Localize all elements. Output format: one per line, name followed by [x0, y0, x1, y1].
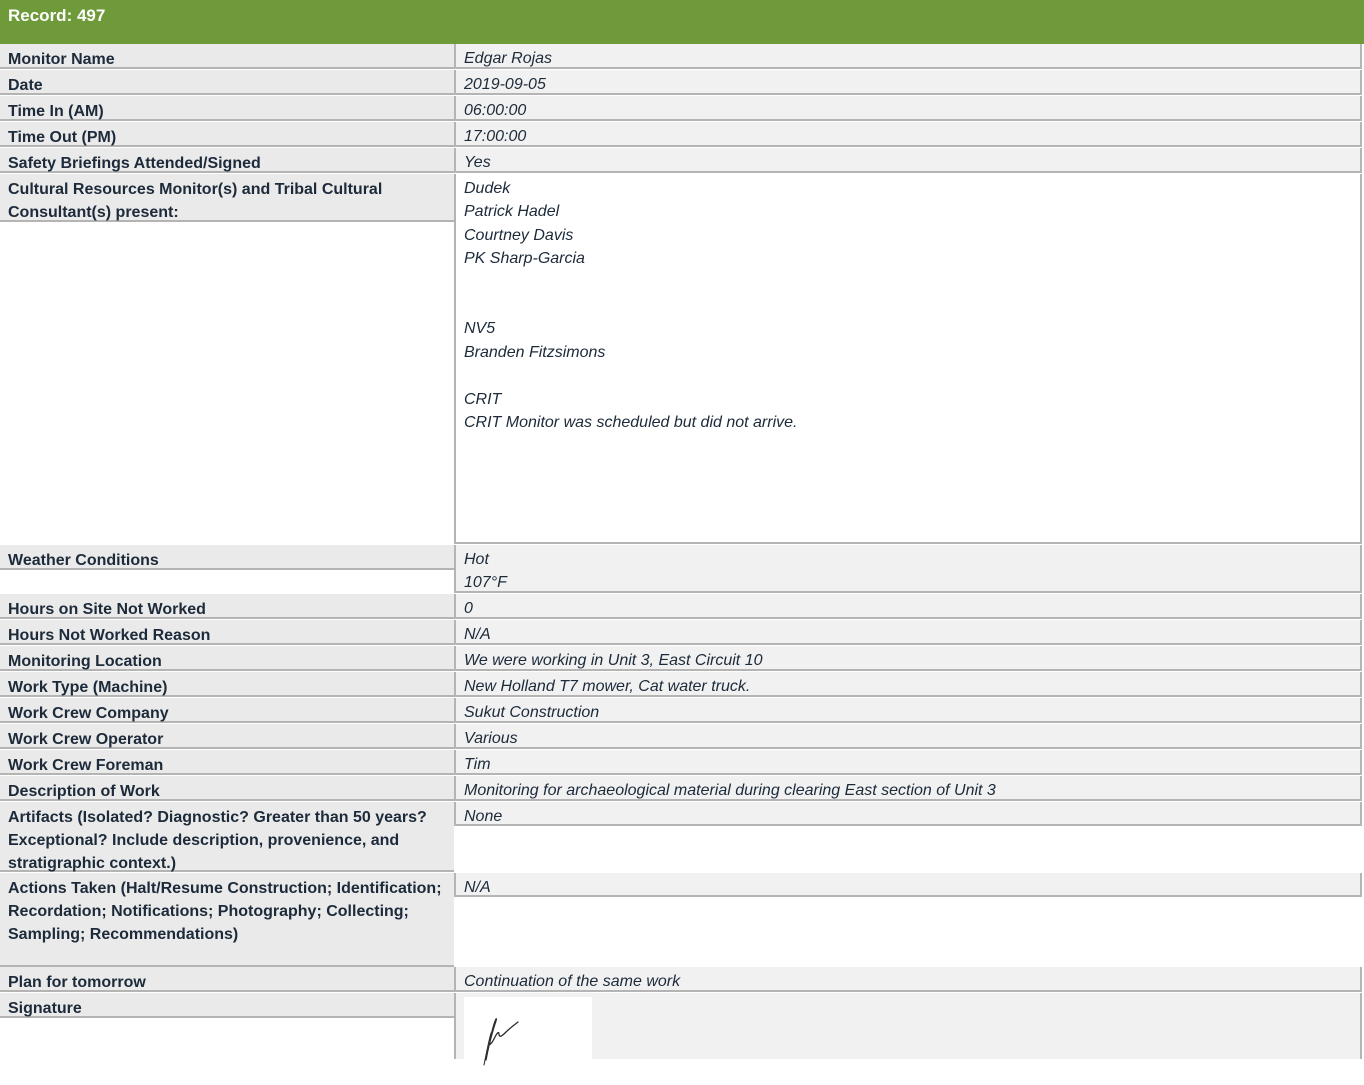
field-value: Various [454, 724, 1362, 749]
field-value: None [454, 802, 1362, 826]
field-value: Edgar Rojas [454, 44, 1362, 69]
field-label: Signature [0, 993, 454, 1018]
value-line [464, 294, 1352, 317]
value-line: Dudek [464, 180, 511, 197]
field-label: Plan for tomorrow [0, 967, 454, 992]
row-signature: Signature [0, 993, 1364, 1085]
field-label: Monitor Name [0, 44, 454, 69]
value-line: Hot [464, 551, 489, 568]
value-line: Courtney Davis [464, 226, 574, 244]
value-line: Tim [464, 756, 491, 773]
value-line: 107°F [464, 574, 507, 592]
field-label: Work Type (Machine) [0, 672, 454, 697]
value-line: N/A [464, 626, 491, 643]
value-line: CRIT [464, 390, 502, 408]
field-value: 2019-09-05 [454, 70, 1362, 95]
row-date: Date 2019-09-05 [0, 70, 1364, 95]
field-value: Tim [454, 750, 1362, 775]
value-line: Various [464, 730, 518, 747]
field-label: Monitoring Location [0, 646, 454, 671]
field-label: Time Out (PM) [0, 122, 454, 147]
field-value: Yes [454, 148, 1362, 173]
field-label: Actions Taken (Halt/Resume Construction;… [0, 873, 454, 967]
row-monitoring-location: Monitoring Location We were working in U… [0, 646, 1364, 671]
field-value [454, 993, 1362, 1085]
field-value: Hot 107°F [454, 545, 1362, 593]
value-line: Sukut Construction [464, 704, 600, 721]
value-line: 17:00:00 [464, 128, 527, 145]
value-line: We were working in Unit 3, East Circuit … [464, 652, 763, 669]
field-value: 06:00:00 [454, 96, 1362, 121]
row-monitor-name: Monitor Name Edgar Rojas [0, 44, 1364, 69]
field-label: Cultural Resources Monitor(s) and Tribal… [0, 174, 454, 222]
value-line: 0 [464, 600, 473, 617]
row-work-crew-operator: Work Crew Operator Various [0, 724, 1364, 749]
field-label: Hours on Site Not Worked [0, 594, 454, 619]
row-description-of-work: Description of Work Monitoring for archa… [0, 776, 1364, 801]
field-value: New Holland T7 mower, Cat water truck. [454, 672, 1362, 697]
row-monitors-present: Cultural Resources Monitor(s) and Tribal… [0, 174, 1364, 544]
row-actions-taken: Actions Taken (Halt/Resume Construction;… [0, 873, 1364, 967]
value-line: NV5 [464, 320, 496, 338]
field-label: Work Crew Operator [0, 724, 454, 749]
value-line [464, 364, 1352, 387]
field-label: Description of Work [0, 776, 454, 801]
value-line: Branden Fitzsimons [464, 343, 606, 361]
row-hours-not-worked-reason: Hours Not Worked Reason N/A [0, 620, 1364, 645]
row-weather-conditions: Weather Conditions Hot 107°F [0, 545, 1364, 593]
field-label: Work Crew Foreman [0, 750, 454, 775]
field-label: Weather Conditions [0, 545, 454, 570]
field-value: Continuation of the same work [454, 967, 1362, 992]
field-label: Date [0, 70, 454, 95]
field-value: We were working in Unit 3, East Circuit … [454, 646, 1362, 671]
row-hours-not-worked: Hours on Site Not Worked 0 [0, 594, 1364, 619]
row-time-out: Time Out (PM) 17:00:00 [0, 122, 1364, 147]
value-line: PK Sharp-Garcia [464, 250, 585, 268]
record-header: Record: 497 [0, 0, 1364, 44]
value-line: New Holland T7 mower, Cat water truck. [464, 678, 751, 695]
field-value: 17:00:00 [454, 122, 1362, 147]
value-line: N/A [464, 879, 491, 896]
field-value: Monitoring for archaeological material d… [454, 776, 1362, 801]
row-work-crew-foreman: Work Crew Foreman Tim [0, 750, 1364, 775]
value-line: None [464, 808, 503, 825]
row-plan-for-tomorrow: Plan for tomorrow Continuation of the sa… [0, 967, 1364, 992]
record-title: Record: 497 [8, 6, 106, 25]
row-time-in: Time In (AM) 06:00:00 [0, 96, 1364, 121]
row-work-crew-company: Work Crew Company Sukut Construction [0, 698, 1364, 723]
value-line: 2019-09-05 [464, 76, 546, 93]
row-artifacts: Artifacts (Isolated? Diagnostic? Greater… [0, 802, 1364, 872]
value-line [464, 271, 1352, 294]
signature-image [464, 997, 592, 1085]
field-label: Hours Not Worked Reason [0, 620, 454, 645]
value-line: Continuation of the same work [464, 973, 681, 990]
field-value: N/A [454, 873, 1362, 897]
value-line: Monitoring for archaeological material d… [464, 782, 996, 799]
field-value: 0 [454, 594, 1362, 619]
field-value: Sukut Construction [454, 698, 1362, 723]
signature-drawing [483, 1018, 519, 1066]
field-label: Work Crew Company [0, 698, 454, 723]
field-value: Dudek Patrick Hadel Courtney Davis PK Sh… [454, 174, 1362, 544]
field-value: N/A [454, 620, 1362, 645]
field-label: Time In (AM) [0, 96, 454, 121]
row-safety-briefings: Safety Briefings Attended/Signed Yes [0, 148, 1364, 173]
field-label: Artifacts (Isolated? Diagnostic? Greater… [0, 802, 454, 872]
value-line: CRIT Monitor was scheduled but did not a… [464, 414, 798, 432]
value-line: 06:00:00 [464, 102, 527, 119]
row-work-type: Work Type (Machine) New Holland T7 mower… [0, 672, 1364, 697]
value-line: Yes [464, 154, 491, 171]
value-line: Patrick Hadel [464, 203, 560, 221]
field-label: Safety Briefings Attended/Signed [0, 148, 454, 173]
value-line: Edgar Rojas [464, 50, 553, 67]
